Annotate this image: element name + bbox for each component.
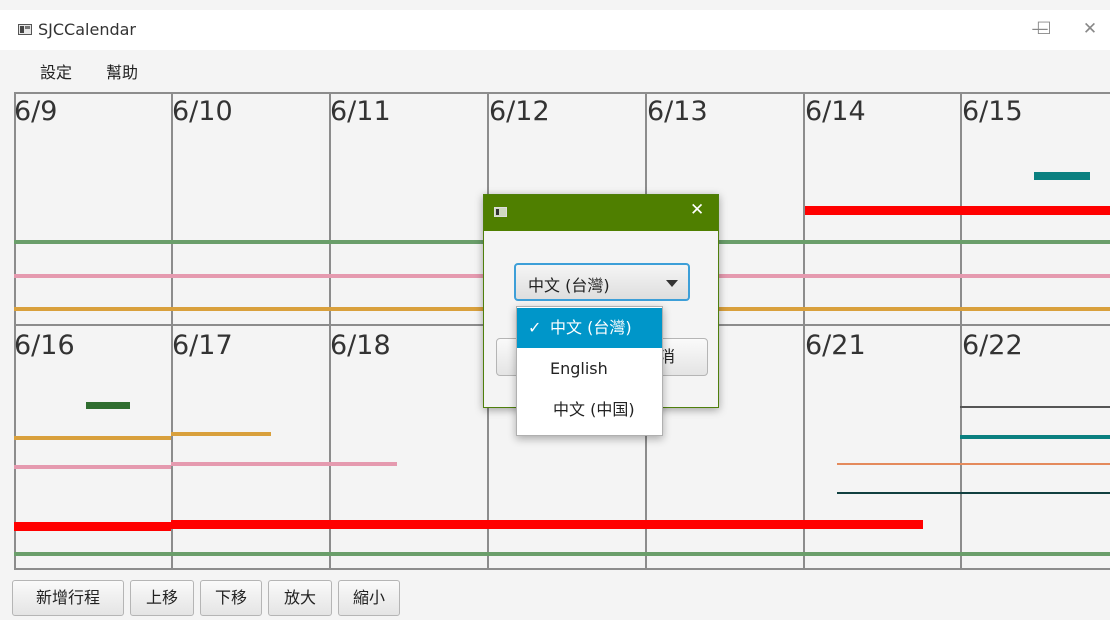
event-bar[interactable] [171,520,923,529]
language-option-zh-cn[interactable]: 中文 (中国) [517,390,662,430]
day-label[interactable]: 6/9 [14,96,57,127]
dialog-app-icon [494,207,507,217]
event-bar[interactable] [14,465,171,469]
day-label[interactable]: 6/15 [962,96,1023,127]
menu-help[interactable]: 幫助 [106,59,138,83]
option-label: 中文 (中国) [553,400,635,419]
day-label[interactable]: 6/16 [14,330,75,361]
day-label[interactable]: 6/21 [805,330,866,361]
day-label[interactable]: 6/13 [647,96,708,127]
menu-bar: 設定 幫助 [0,50,1110,90]
event-bar[interactable] [14,552,1110,556]
event-bar[interactable] [14,522,171,531]
option-label: English [550,359,608,378]
event-bar[interactable] [805,206,1110,215]
event-bar[interactable] [86,402,130,409]
language-dropdown-list: ✓ 中文 (台灣) English 中文 (中国) [516,306,663,436]
event-bar[interactable] [837,463,1110,465]
checkmark-icon: ✓ [528,318,542,337]
event-bar[interactable] [14,436,171,440]
day-label[interactable]: 6/18 [330,330,391,361]
title-bar: SJCCalendar — ☐ ✕ [0,10,1110,50]
event-bar[interactable] [171,432,271,436]
bottom-toolbar: 新增行程 上移 下移 放大 縮小 [0,570,1110,620]
window-title: SJCCalendar [38,20,136,39]
event-bar[interactable] [960,406,1110,408]
zoom-in-button[interactable]: 放大 [268,580,332,616]
option-label: 中文 (台灣) [550,318,632,337]
move-down-button[interactable]: 下移 [200,580,262,616]
event-bar[interactable] [1034,172,1090,180]
event-bar[interactable] [960,435,1110,439]
language-select-value: 中文 (台灣) [528,276,610,295]
maximize-button[interactable]: ☐ [1024,16,1064,42]
language-option-en[interactable]: English [517,349,662,389]
close-button[interactable]: ✕ [1070,16,1110,42]
day-label[interactable]: 6/14 [805,96,866,127]
menu-settings[interactable]: 設定 [40,59,72,83]
chevron-down-icon [666,280,678,287]
grid-line [14,92,1110,94]
day-label[interactable]: 6/22 [962,330,1023,361]
day-label[interactable]: 6/11 [330,96,391,127]
language-option-zh-tw[interactable]: ✓ 中文 (台灣) [517,308,662,348]
add-event-button[interactable]: 新增行程 [12,580,124,616]
day-label[interactable]: 6/12 [489,96,550,127]
event-bar[interactable] [171,462,397,466]
move-up-button[interactable]: 上移 [130,580,194,616]
dialog-title-bar: ✕ [484,195,718,231]
zoom-out-button[interactable]: 縮小 [338,580,400,616]
day-label[interactable]: 6/10 [172,96,233,127]
dialog-close-button[interactable]: ✕ [690,200,704,220]
app-icon [18,24,32,35]
event-bar[interactable] [837,492,1110,494]
language-select[interactable]: 中文 (台灣) [514,263,690,301]
day-label[interactable]: 6/17 [172,330,233,361]
